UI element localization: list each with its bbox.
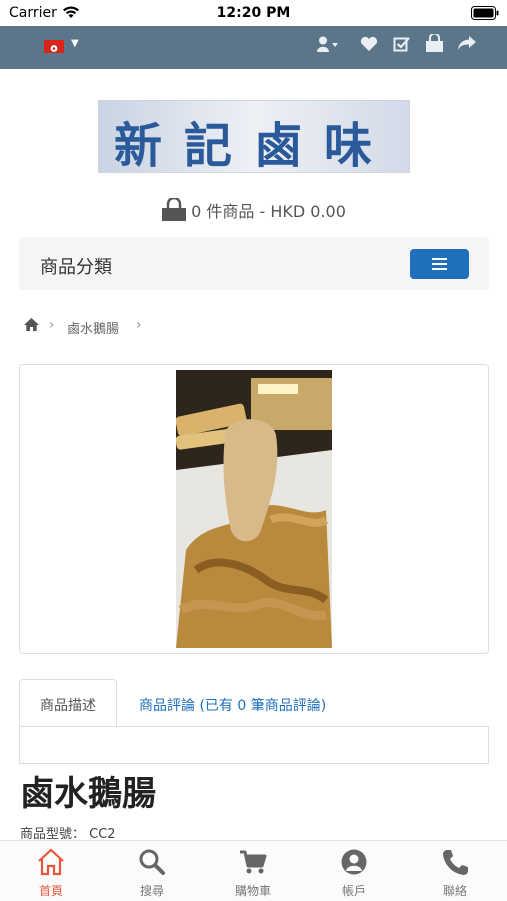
account-icon	[341, 849, 367, 875]
cart-bag-icon	[162, 196, 187, 221]
share-icon[interactable]	[457, 35, 477, 51]
bottom-nav-cart-label: 購物車	[234, 884, 271, 898]
bottom-nav-home-label: 首頁	[38, 884, 63, 898]
cart-icon	[240, 850, 267, 874]
language-flag-icon[interactable]	[44, 40, 64, 53]
breadcrumb-separator-icon: ›	[136, 317, 142, 333]
bottom-nav-home[interactable]: 首頁	[16, 848, 86, 899]
clock: 12:20 PM	[216, 5, 291, 21]
bottom-nav-account-label: 帳戶	[341, 884, 366, 898]
bottom-nav-contact[interactable]: 聯絡	[420, 848, 490, 899]
breadcrumb-current[interactable]: 鹵水鵝腸	[67, 318, 119, 337]
tab-description-label: 商品描述	[40, 698, 96, 714]
cart-summary-text: 0 件商品 - HKD 0.00	[191, 202, 346, 221]
bottom-nav-search-label: 搜尋	[139, 884, 164, 898]
phone-icon	[443, 850, 468, 875]
breadcrumb-separator-icon: ›	[49, 317, 55, 333]
category-title: 商品分類	[40, 257, 112, 278]
product-photo[interactable]	[176, 370, 332, 648]
bottom-nav-account[interactable]: 帳戶	[319, 848, 389, 899]
search-icon	[139, 849, 165, 875]
battery-icon	[471, 6, 499, 20]
bottom-nav-contact-label: 聯絡	[442, 884, 467, 898]
bottom-nav-search[interactable]: 搜尋	[117, 848, 187, 899]
checkbox-icon[interactable]	[393, 35, 411, 53]
category-menu-button[interactable]	[410, 249, 469, 279]
tab-content	[19, 726, 489, 764]
product-title: 鹵水鵝腸	[20, 774, 156, 814]
home-icon	[38, 848, 64, 876]
home-breadcrumb-icon[interactable]	[23, 317, 40, 332]
chevron-down-icon[interactable]: ▼	[71, 38, 79, 49]
store-logo-text: 新記鹵味	[113, 118, 394, 174]
bottom-nav-cart[interactable]: 購物車	[218, 848, 288, 899]
heart-icon[interactable]	[360, 36, 378, 52]
cart-summary[interactable]: 0 件商品 - HKD 0.00	[0, 196, 507, 222]
user-icon[interactable]	[317, 36, 339, 52]
shopping-bag-icon[interactable]	[425, 34, 444, 53]
tab-reviews[interactable]: 商品評論 (已有 0 筆商品評論)	[139, 695, 326, 715]
hamburger-icon	[432, 258, 447, 260]
